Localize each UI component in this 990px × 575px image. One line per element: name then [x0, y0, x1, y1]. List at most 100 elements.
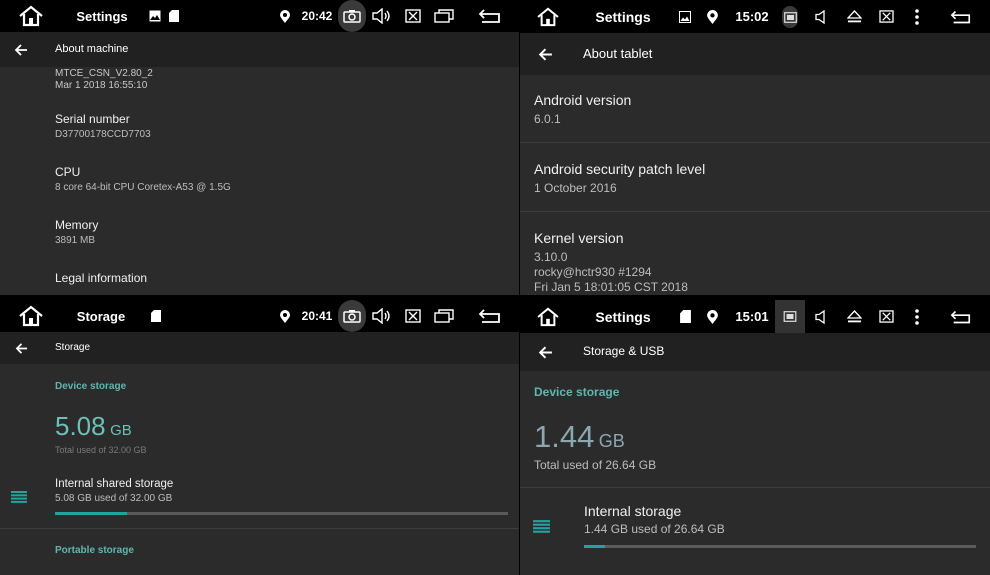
- internal-storage-progress-fill: [55, 512, 128, 515]
- location-icon: [279, 300, 291, 332]
- kernel-version-line2: rocky@hctr930 #1294: [534, 265, 652, 279]
- internal-storage-title: Internal storage: [584, 503, 682, 519]
- used-summary: 5.08 GB: [55, 411, 132, 442]
- camera-icon[interactable]: [338, 300, 366, 332]
- app-bar: Storage: [0, 332, 519, 364]
- internal-storage-summary: 1.44 GB used of 26.64 GB: [584, 522, 725, 536]
- used-value: 5.08: [55, 411, 106, 441]
- storage-list: Device storage 1.44 GB Total used of 26.…: [520, 371, 990, 575]
- volume-icon[interactable]: [812, 0, 830, 33]
- page-title: About machine: [55, 43, 129, 55]
- divider: [520, 211, 990, 212]
- page-title: About tablet: [583, 46, 653, 61]
- storage-screen: Storage 20:41 Storage Device storage 5.0…: [0, 300, 519, 575]
- sd-card-icon: [678, 300, 692, 333]
- window-icon[interactable]: [432, 0, 456, 32]
- status-bar: Settings 15:01: [520, 300, 990, 333]
- divider: [0, 528, 519, 529]
- eject-icon[interactable]: [844, 0, 864, 33]
- location-icon: [705, 0, 719, 33]
- total-used-text: Total used of 32.00 GB: [55, 445, 147, 455]
- device-storage-header: Device storage: [534, 385, 620, 399]
- status-title: Storage: [76, 308, 126, 324]
- status-title: Settings: [595, 8, 651, 25]
- arrow-back-icon[interactable]: [10, 32, 32, 67]
- build-version: MTCE_CSN_V2.80_2: [55, 68, 153, 79]
- portable-storage-header: Portable storage: [55, 545, 134, 556]
- app-bar: Storage & USB: [520, 333, 990, 371]
- security-patch-value: 1 October 2016: [534, 181, 617, 195]
- divider: [520, 487, 990, 488]
- arrow-back-icon[interactable]: [534, 333, 556, 371]
- location-icon: [279, 0, 291, 32]
- home-icon[interactable]: [16, 0, 46, 32]
- build-date: Mar 1 2018 16:55:10: [55, 80, 148, 91]
- volume-icon[interactable]: [370, 300, 394, 332]
- used-unit: GB: [110, 422, 132, 439]
- status-title: Settings: [595, 308, 651, 325]
- window-icon[interactable]: [432, 300, 456, 332]
- more-vert-icon[interactable]: [910, 300, 924, 333]
- app-bar: About machine: [0, 32, 519, 67]
- used-value: 1.44: [534, 419, 595, 454]
- internal-storage-progress-fill: [584, 545, 606, 548]
- used-unit: GB: [598, 431, 625, 451]
- divider: [520, 142, 990, 143]
- serial-number-value: D37700178CCD7703: [55, 129, 151, 140]
- android-version-title: Android version: [534, 92, 632, 108]
- back-icon[interactable]: [948, 300, 974, 333]
- sd-card-icon: [150, 300, 162, 332]
- eject-icon[interactable]: [844, 300, 864, 333]
- about-machine-screen: Settings 20:42 About machine MTCE_CSN_V2…: [0, 0, 519, 295]
- screenshot-icon[interactable]: [775, 300, 805, 333]
- page-title: Storage: [55, 342, 91, 353]
- app-bar: About tablet: [520, 33, 990, 75]
- legal-information-title: Legal information: [55, 271, 148, 285]
- back-icon[interactable]: [476, 0, 504, 32]
- screenshot-icon[interactable]: [782, 6, 798, 28]
- memory-title: Memory: [55, 218, 99, 232]
- location-icon: [705, 300, 719, 333]
- storage-list-icon: [533, 520, 550, 533]
- storage-list-icon: [11, 491, 27, 503]
- about-tablet-screen: Settings 15:02 About tablet Android vers…: [520, 0, 990, 295]
- close-box-icon[interactable]: [402, 300, 424, 332]
- internal-storage-progress: [55, 512, 508, 515]
- kernel-version-title: Kernel version: [534, 230, 624, 246]
- storage-usb-screen: Settings 15:01 Storage & USB Device stor…: [520, 300, 990, 575]
- back-icon[interactable]: [948, 0, 974, 33]
- camera-icon[interactable]: [338, 0, 366, 32]
- storage-list: Device storage 5.08 GB Total used of 32.…: [0, 364, 519, 575]
- kernel-version-line1: 3.10.0: [534, 250, 568, 264]
- volume-icon[interactable]: [812, 300, 830, 333]
- serial-number-title: Serial number: [55, 112, 130, 126]
- back-icon[interactable]: [476, 300, 504, 332]
- home-icon[interactable]: [534, 0, 562, 33]
- device-storage-header: Device storage: [55, 381, 127, 392]
- status-bar: Settings 20:42: [0, 0, 519, 32]
- volume-icon[interactable]: [370, 0, 394, 32]
- close-box-icon[interactable]: [876, 0, 896, 33]
- internal-storage-summary: 5.08 GB used of 32.00 GB: [55, 493, 173, 504]
- more-vert-icon[interactable]: [910, 0, 924, 33]
- status-time: 20:41: [301, 309, 333, 323]
- status-title: Settings: [76, 8, 128, 24]
- android-version-value: 6.0.1: [534, 112, 561, 126]
- arrow-back-icon[interactable]: [10, 332, 32, 364]
- sd-card-icon: [168, 0, 180, 32]
- arrow-back-icon[interactable]: [534, 33, 556, 75]
- page-title: Storage & USB: [583, 344, 665, 358]
- status-time: 15:01: [735, 309, 769, 324]
- status-bar: Settings 15:02: [520, 0, 990, 33]
- about-list: Android version 6.0.1 Android security p…: [520, 75, 990, 295]
- home-icon[interactable]: [16, 300, 46, 332]
- cpu-title: CPU: [55, 165, 81, 179]
- close-box-icon[interactable]: [876, 300, 896, 333]
- close-box-icon[interactable]: [402, 0, 424, 32]
- status-time: 15:02: [735, 9, 769, 24]
- home-icon[interactable]: [534, 300, 562, 333]
- internal-storage-progress: [584, 545, 976, 548]
- security-patch-title: Android security patch level: [534, 161, 706, 177]
- image-icon: [148, 0, 162, 32]
- kernel-version-line3: Fri Jan 5 18:01:05 CST 2018: [534, 280, 688, 294]
